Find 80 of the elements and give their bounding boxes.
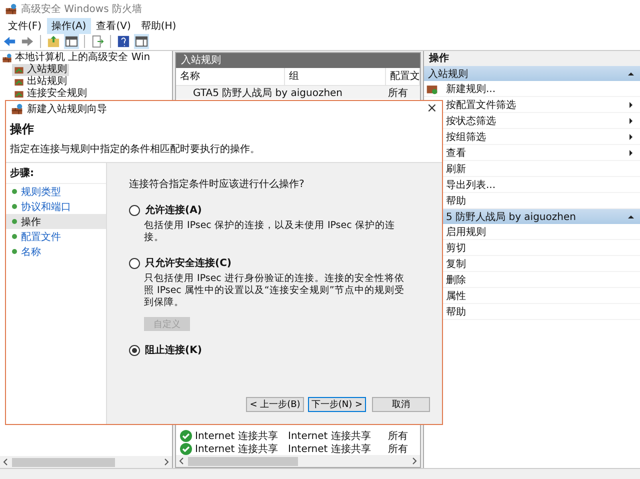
action-item[interactable]: 按组筛选	[446, 130, 628, 144]
export-icon[interactable]	[90, 34, 105, 49]
submenu-arrow-icon	[628, 118, 634, 124]
table-cell-text: Internet 连接共享	[287, 442, 372, 456]
action-item[interactable]: 剪切	[446, 240, 634, 254]
wizard-step[interactable]: 名称	[6, 244, 106, 259]
action-item[interactable]: 查看	[446, 146, 628, 160]
wizard-step[interactable]: 操作	[6, 214, 106, 229]
menu-item[interactable]: 查看(V)	[91, 18, 136, 34]
table-cell-text: 所有	[387, 442, 409, 456]
wizard-step[interactable]: 规则类型	[6, 184, 106, 199]
back-icon[interactable]	[2, 34, 17, 49]
rule-icon	[14, 65, 24, 75]
action-item[interactable]: 导出列表...	[446, 178, 634, 192]
menu-item[interactable]: 文件(F)	[3, 18, 47, 34]
action-item[interactable]: 按状态筛选	[446, 114, 628, 128]
dialog-button[interactable]: < 上一步(B)	[246, 397, 304, 412]
pane-header: 入站规则	[176, 53, 420, 68]
rule-icon	[14, 77, 24, 87]
option-label[interactable]: 只允许安全连接(C)	[145, 256, 232, 270]
close-button[interactable]: ×	[422, 101, 442, 116]
firewall-icon	[2, 53, 12, 63]
firewall-icon	[5, 3, 17, 15]
menu-item[interactable]: 操作(A)	[46, 18, 92, 34]
column-header[interactable]: 配置文	[386, 68, 420, 85]
column-header[interactable]: 名称	[176, 68, 285, 85]
action-item[interactable]: 按配置文件筛选	[446, 98, 628, 112]
radio-button[interactable]	[129, 344, 140, 356]
submenu-arrow-icon	[628, 134, 634, 140]
wizard-description: 指定在连接与规则中指定的条件相匹配时要执行的操作。	[10, 142, 261, 156]
table-cell-text: Internet 连接共享	[195, 442, 278, 456]
help-icon[interactable]	[116, 34, 131, 49]
action-item[interactable]: 属性	[446, 288, 634, 302]
tree-item[interactable]: 出站规则	[12, 76, 69, 88]
action-item[interactable]: 刷新	[446, 162, 634, 176]
pane-header: 操作	[424, 51, 640, 66]
option-label[interactable]: 允许连接(A)	[145, 203, 202, 217]
collapse-icon	[628, 70, 634, 76]
wizard-step[interactable]: 协议和端口	[6, 199, 106, 214]
action-item[interactable]: 帮助	[446, 304, 634, 318]
section-header[interactable]: 入站规则	[424, 66, 640, 81]
action-item[interactable]: 复制	[446, 256, 634, 270]
scrollbar-thumb[interactable]	[12, 458, 116, 466]
action-item[interactable]: 新建规则...	[446, 82, 634, 96]
folder-up-icon[interactable]	[46, 34, 61, 49]
collapse-icon	[628, 214, 634, 220]
dialog-button[interactable]: 取消	[372, 397, 430, 412]
table-cell-text: 所有	[387, 430, 409, 442]
submenu-arrow-icon	[628, 102, 634, 108]
tree-item[interactable]: 连接安全规则	[12, 88, 89, 100]
rule-icon	[14, 89, 24, 99]
wizard-step[interactable]: 配置文件	[6, 229, 106, 244]
option-label[interactable]: 阻止连接(K)	[145, 343, 202, 357]
table-cell-text: Internet 连接共享	[195, 430, 278, 442]
table-cell-text: 所有	[387, 86, 409, 100]
radio-button[interactable]	[129, 204, 140, 216]
submenu-arrow-icon	[628, 150, 634, 156]
firewall-icon	[11, 102, 23, 114]
tree-item[interactable]: 入站规则	[12, 64, 69, 76]
action-pane-icon[interactable]	[134, 34, 149, 49]
forward-icon[interactable]	[20, 34, 35, 49]
scrollbar-thumb[interactable]	[188, 456, 298, 466]
console-tree-icon[interactable]	[64, 34, 79, 49]
window-title: 高级安全 Windows 防火墙	[21, 2, 142, 16]
table-cell-text: Internet 连接共享	[287, 430, 372, 442]
column-header[interactable]: 组	[285, 68, 386, 85]
table-cell-text: GTA5 防野人战局 by aiguozhen	[193, 86, 343, 100]
menu-item[interactable]: 帮助(H)	[136, 18, 182, 34]
radio-button[interactable]	[129, 258, 140, 268]
wizard-heading: 操作	[10, 121, 35, 138]
action-item[interactable]: 帮助	[446, 194, 634, 208]
dialog-button[interactable]: 下一步(N) >	[308, 397, 366, 412]
dialog-title: 新建入站规则向导	[27, 102, 108, 116]
action-item[interactable]: 删除	[446, 272, 634, 286]
option-description: 包括使用 IPsec 保护的连接，以及未使用 IPsec 保护的连接。	[144, 220, 396, 244]
option-description: 只包括使用 IPsec 进行身份验证的连接。连接的安全性将依照 IPsec 属性中的设置以及“连接安全规则”节点中的规则受到保障。	[144, 273, 406, 309]
steps-heading: 步骤:	[6, 163, 106, 184]
action-item[interactable]: 启用规则	[446, 224, 634, 238]
tree-item[interactable]: 本地计算机 上的高级安全 Win	[15, 52, 150, 64]
question-text: 连接符合指定条件时应该进行什么操作?	[129, 178, 306, 191]
